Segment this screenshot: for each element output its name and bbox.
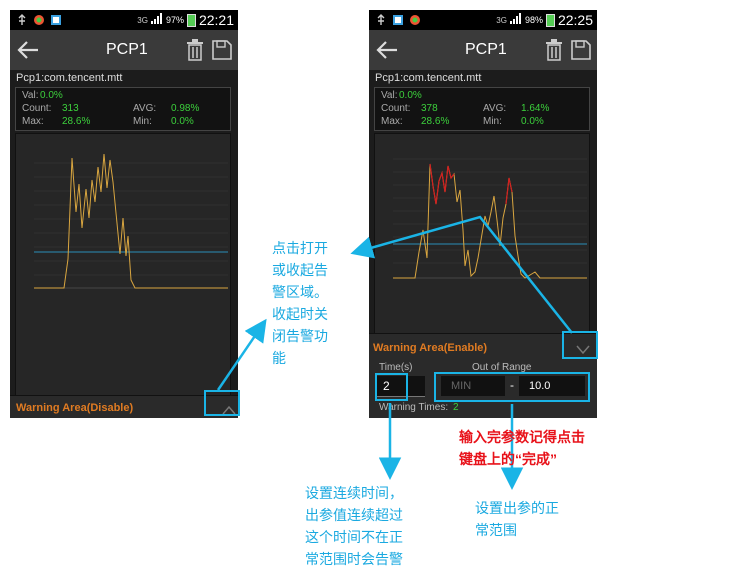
warning-area-label: Warning Area(Enable) bbox=[373, 342, 488, 354]
stats-panel: Val: 0.0% Count: 378 AVG: 1.64% Max: 28.… bbox=[374, 87, 590, 131]
highlight-chevron-left bbox=[204, 390, 240, 416]
note-line: 这个时间不在正 bbox=[305, 529, 403, 545]
battery-percent: 97% bbox=[165, 15, 184, 25]
chart-svg bbox=[34, 153, 228, 289]
clock: 22:21 bbox=[198, 12, 234, 28]
chart-svg bbox=[393, 158, 587, 279]
min-label: Min: bbox=[133, 116, 152, 127]
battery-icon bbox=[545, 13, 555, 27]
note-line: 键盘上的“完成” bbox=[459, 451, 557, 467]
avg-label: AVG: bbox=[483, 103, 507, 114]
stats-panel: Val: 0.0% Count: 313 AVG: 0.98% Max: 28.… bbox=[15, 87, 231, 131]
left-phone-screen: 3G 97% 22:21 PCP1 Pcp1:com.tencent.mtt V… bbox=[10, 10, 238, 418]
note-line: 设置连续时间， bbox=[305, 485, 403, 501]
cpu-series-line bbox=[34, 153, 228, 289]
page-title: PCP1 bbox=[465, 41, 507, 58]
count-label: Count: bbox=[22, 103, 52, 114]
note-line: 收起时关 bbox=[272, 306, 328, 322]
avg-label: AVG: bbox=[133, 103, 157, 114]
notification-icons bbox=[16, 13, 62, 27]
usb-icon bbox=[16, 14, 28, 26]
note-line: 警区域。 bbox=[272, 284, 328, 300]
back-arrow-icon[interactable] bbox=[375, 39, 399, 61]
highlight-chevron-right bbox=[562, 331, 598, 359]
highlight-range-inputs bbox=[434, 372, 590, 402]
val-label: Val: bbox=[381, 90, 398, 101]
usb-icon bbox=[375, 14, 387, 26]
count-label: Count: bbox=[381, 103, 411, 114]
clock: 22:25 bbox=[557, 12, 593, 28]
app-icon bbox=[33, 14, 45, 26]
status-bar: 3G 97% 22:21 bbox=[10, 10, 238, 30]
warning-area-label: Warning Area(Disable) bbox=[16, 402, 134, 414]
save-icon[interactable] bbox=[212, 39, 232, 61]
app-icon bbox=[392, 14, 404, 26]
note-line: 或收起告 bbox=[272, 262, 328, 278]
signal-icon bbox=[509, 13, 522, 27]
cpu-series-line bbox=[393, 163, 587, 279]
battery-icon bbox=[186, 13, 196, 27]
save-icon[interactable] bbox=[571, 39, 591, 61]
avg-value: 1.64% bbox=[521, 103, 550, 114]
network-type: 3G bbox=[496, 15, 507, 25]
back-arrow-icon[interactable] bbox=[16, 39, 40, 61]
cpu-chart bbox=[374, 133, 590, 335]
keyboard-note: 输入完参数记得点击 键盘上的“完成” bbox=[459, 426, 585, 470]
range-note: 设置出参的正 常范围 bbox=[475, 497, 559, 541]
status-bar: 3G 98% 22:25 bbox=[369, 10, 597, 30]
max-value: 28.6% bbox=[62, 116, 91, 127]
time-note: 设置连续时间， 出参值连续超过 这个时间不在正 常范围时会告警 bbox=[305, 482, 403, 570]
note-line: 出参值连续超过 bbox=[305, 507, 403, 523]
delete-icon[interactable] bbox=[185, 39, 205, 61]
package-name: Pcp1:com.tencent.mtt bbox=[375, 72, 482, 84]
note-line: 常范围时会告警 bbox=[305, 551, 403, 567]
max-label: Max: bbox=[22, 116, 44, 127]
toggle-note: 点击打开 或收起告 警区域。 收起时关 闭告警功 能 bbox=[272, 237, 328, 369]
note-line: 常范围 bbox=[475, 522, 517, 538]
note-line: 设置出参的正 bbox=[475, 500, 559, 516]
note-line: 闭告警功 bbox=[272, 328, 328, 344]
min-value: 0.0% bbox=[521, 116, 544, 127]
status-indicators: 3G 97% 22:21 bbox=[137, 12, 234, 28]
app-icon bbox=[50, 14, 62, 26]
status-indicators: 3G 98% 22:25 bbox=[496, 12, 593, 28]
alert-segment bbox=[505, 177, 513, 205]
app-icon bbox=[409, 14, 421, 26]
avg-value: 0.98% bbox=[171, 103, 200, 114]
max-label: Max: bbox=[381, 116, 403, 127]
page-title: PCP1 bbox=[106, 41, 148, 58]
note-line: 点击打开 bbox=[272, 240, 328, 256]
val-label: Val: bbox=[22, 90, 39, 101]
note-line: 能 bbox=[272, 350, 286, 366]
count-value: 313 bbox=[62, 103, 79, 114]
max-value: 28.6% bbox=[421, 116, 450, 127]
note-line: 输入完参数记得点击 bbox=[459, 429, 585, 445]
cpu-chart bbox=[15, 133, 231, 397]
time-label: Time(s) bbox=[379, 362, 413, 373]
min-value: 0.0% bbox=[171, 116, 194, 127]
network-type: 3G bbox=[137, 15, 148, 25]
warning-times-value: 2 bbox=[453, 402, 459, 413]
action-bar: PCP1 bbox=[369, 30, 597, 70]
signal-icon bbox=[150, 13, 163, 27]
warning-times-label: Warning Times: bbox=[379, 402, 449, 413]
val-value: 0.0% bbox=[399, 90, 422, 101]
package-name: Pcp1:com.tencent.mtt bbox=[16, 72, 123, 84]
notification-icons bbox=[375, 13, 421, 27]
action-bar: PCP1 bbox=[10, 30, 238, 70]
count-value: 378 bbox=[421, 103, 438, 114]
highlight-time-input bbox=[375, 373, 408, 401]
min-label: Min: bbox=[483, 116, 502, 127]
val-value: 0.0% bbox=[40, 90, 63, 101]
battery-percent: 98% bbox=[524, 15, 543, 25]
delete-icon[interactable] bbox=[544, 39, 564, 61]
